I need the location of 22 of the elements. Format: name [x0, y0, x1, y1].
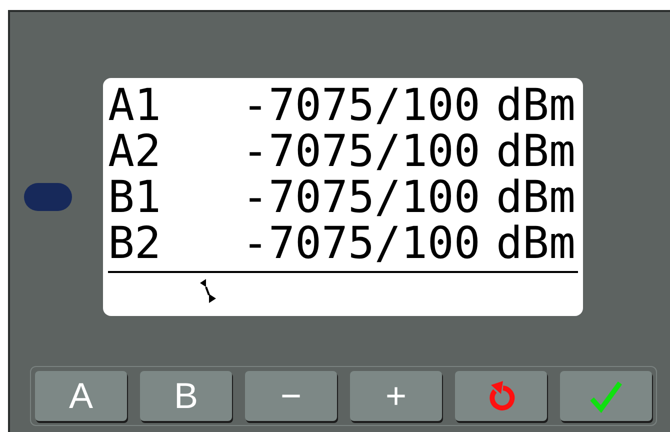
- power-value: -7075/100: [242, 175, 482, 221]
- status-led: [24, 183, 72, 211]
- channel-label: A1: [108, 83, 162, 129]
- key-button[interactable]: B: [140, 371, 232, 421]
- unit-label: dBm: [496, 83, 576, 129]
- unit-label: dBm: [496, 175, 576, 221]
- unit-label: dBm: [496, 129, 576, 175]
- power-value: -7075/100: [242, 129, 482, 175]
- unit-label: dBm: [496, 221, 576, 267]
- undo-arrow-icon: [487, 381, 515, 411]
- key-button[interactable]: −: [245, 371, 337, 421]
- channel-label: B1: [108, 175, 162, 221]
- checkmark-icon: [589, 379, 623, 413]
- channel-label: B2: [108, 221, 162, 267]
- cursor-arrows-icon: [200, 279, 216, 305]
- channel-label: A2: [108, 129, 162, 175]
- key-button[interactable]: A: [35, 371, 127, 421]
- reset-button[interactable]: [455, 371, 547, 421]
- key-button[interactable]: +: [350, 371, 442, 421]
- confirm-button[interactable]: [560, 371, 652, 421]
- power-value: -7075/100: [242, 83, 482, 129]
- power-value: -7075/100: [242, 221, 482, 267]
